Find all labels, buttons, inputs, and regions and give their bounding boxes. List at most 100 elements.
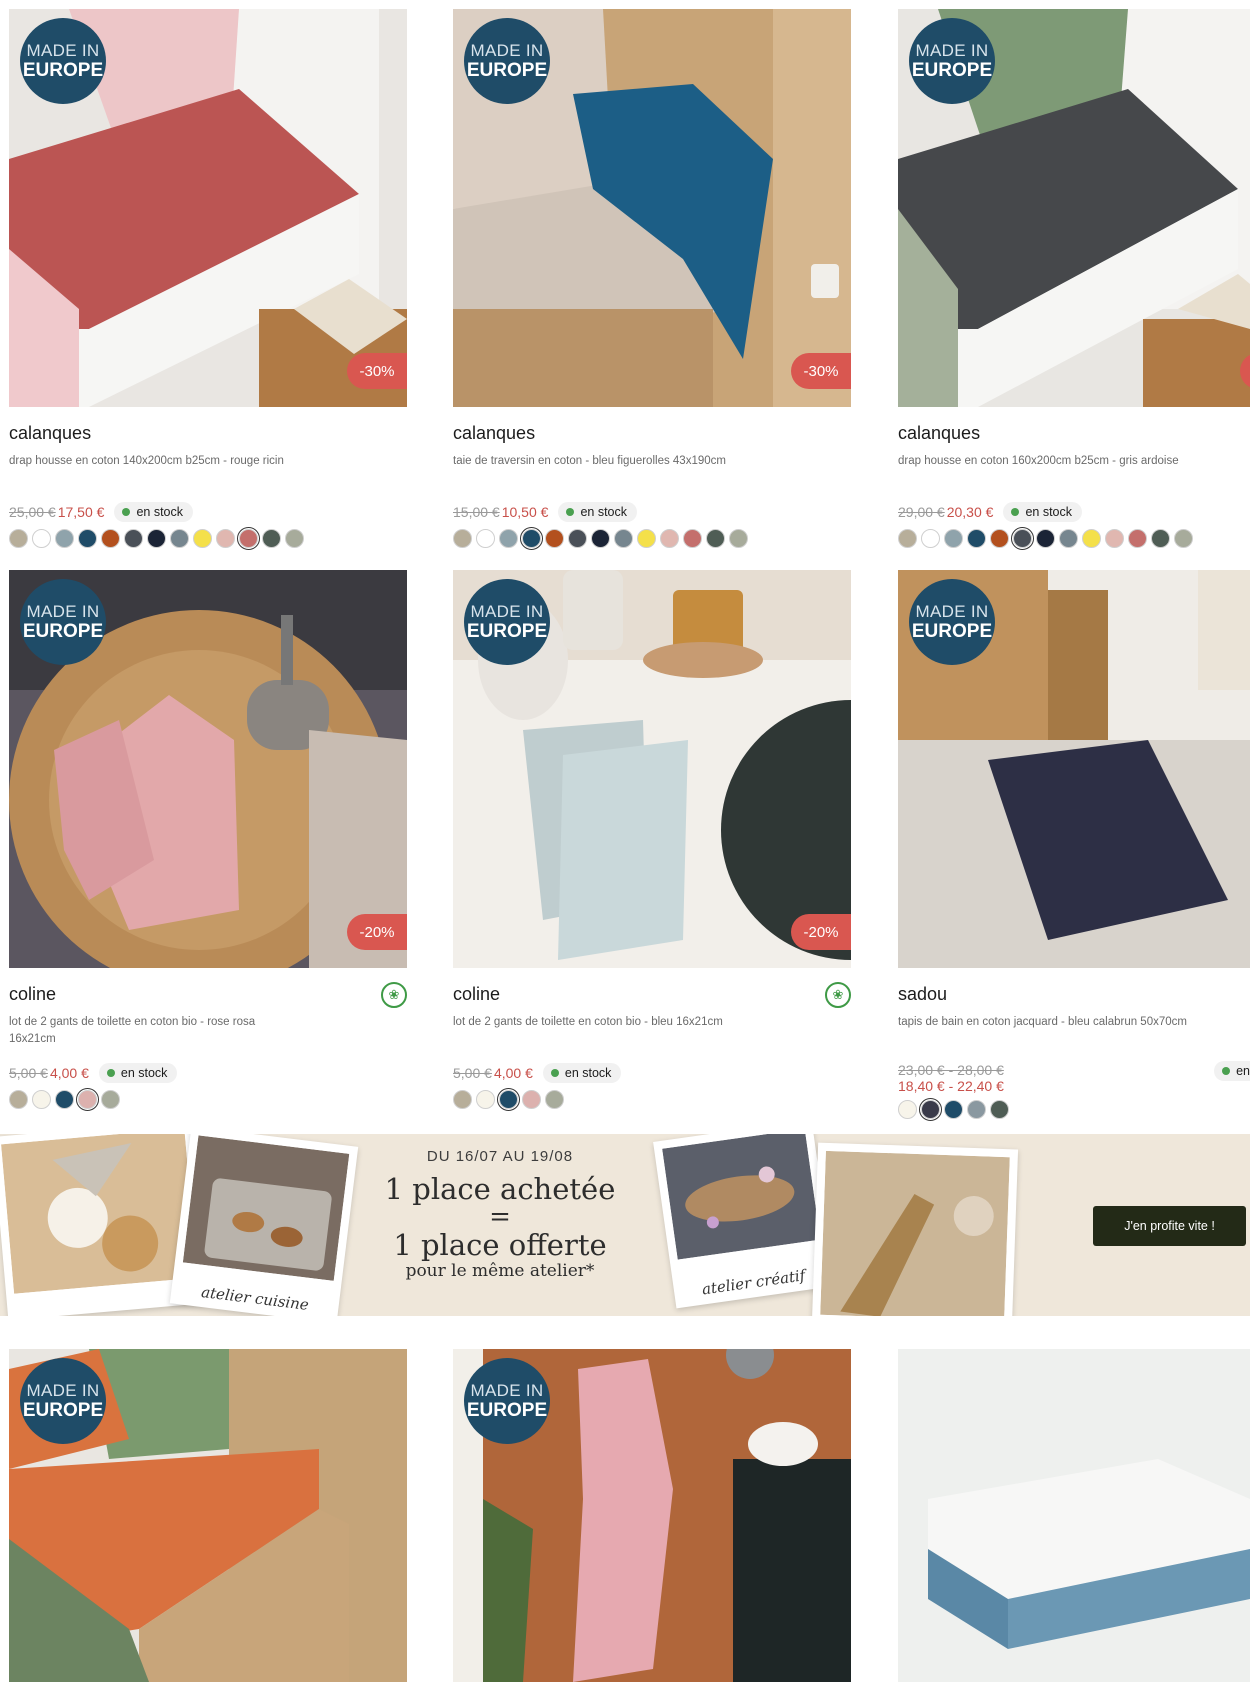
- product-description[interactable]: taie de traversin en coton - bleu figuer…: [453, 453, 743, 487]
- product-card[interactable]: MADE IN EUROPE sadou tapis de bain en co…: [898, 570, 1250, 1121]
- color-swatch[interactable]: [9, 1090, 28, 1109]
- color-swatch[interactable]: [591, 529, 610, 548]
- color-swatch[interactable]: [1105, 529, 1124, 548]
- product-image[interactable]: MADE IN EUROPE: [898, 9, 1250, 407]
- product-brand[interactable]: coline: [9, 984, 407, 1005]
- color-swatch[interactable]: [55, 529, 74, 548]
- color-swatch[interactable]: [683, 529, 702, 548]
- made-in-europe-badge: MADE IN EUROPE: [909, 579, 995, 665]
- promo-banner[interactable]: atelier cuisine DU 16/07 AU 19/08 1 plac…: [0, 1134, 1250, 1316]
- discount-badge: -20%: [347, 914, 407, 950]
- color-swatch[interactable]: [32, 1090, 51, 1109]
- color-swatch[interactable]: [568, 529, 587, 548]
- color-swatch[interactable]: [497, 1088, 520, 1111]
- product-brand[interactable]: calanques: [9, 423, 407, 444]
- color-swatch[interactable]: [990, 1100, 1009, 1119]
- color-swatch[interactable]: [101, 1090, 120, 1109]
- color-swatch[interactable]: [193, 529, 212, 548]
- product-description[interactable]: tapis de bain en coton jacquard - bleu c…: [898, 1014, 1188, 1048]
- color-swatch[interactable]: [967, 1100, 986, 1119]
- product-image[interactable]: MADE IN EUROPE: [898, 570, 1250, 968]
- product-brand[interactable]: calanques: [898, 423, 1250, 444]
- color-swatch[interactable]: [1174, 529, 1193, 548]
- product-card[interactable]: MADE IN EUROPE -20% ❀ coline lot de 2 ga…: [453, 570, 851, 1111]
- color-swatch[interactable]: [1128, 529, 1147, 548]
- stock-badge: en stock: [542, 1063, 622, 1083]
- color-swatch[interactable]: [147, 529, 166, 548]
- color-swatch[interactable]: [32, 529, 51, 548]
- color-swatch[interactable]: [1151, 529, 1170, 548]
- color-swatch[interactable]: [55, 1090, 74, 1109]
- color-swatch[interactable]: [1059, 529, 1078, 548]
- color-swatch[interactable]: [262, 529, 281, 548]
- product-brand[interactable]: calanques: [453, 423, 851, 444]
- product-description[interactable]: lot de 2 gants de toilette en coton bio …: [9, 1014, 299, 1048]
- color-swatch[interactable]: [237, 527, 260, 550]
- color-swatch[interactable]: [944, 529, 963, 548]
- color-swatch[interactable]: [637, 529, 656, 548]
- color-swatch[interactable]: [1011, 527, 1034, 550]
- color-swatch[interactable]: [921, 529, 940, 548]
- color-swatch[interactable]: [898, 1100, 917, 1119]
- color-swatch[interactable]: [216, 529, 235, 548]
- product-description[interactable]: drap housse en coton 160x200cm b25cm - g…: [898, 453, 1188, 487]
- made-in-europe-badge: MADE IN EUROPE: [464, 1358, 550, 1444]
- product-image[interactable]: MADE IN EUROPE -30%: [9, 9, 407, 407]
- product-image[interactable]: MADE IN EUROPE -30%: [453, 9, 851, 407]
- cooking-photo: [1, 1134, 198, 1294]
- product-card[interactable]: MADE IN EUROPE -30% calanques drap houss…: [9, 9, 407, 550]
- color-swatch[interactable]: [522, 1090, 541, 1109]
- headline-line2: 1 place offerte: [393, 1228, 607, 1262]
- color-swatch[interactable]: [124, 529, 143, 548]
- color-swatch[interactable]: [476, 1090, 495, 1109]
- color-swatch[interactable]: [285, 529, 304, 548]
- product-card[interactable]: MADE IN EUROPE -30% calanques taie de tr…: [453, 9, 851, 550]
- color-swatch[interactable]: [1082, 529, 1101, 548]
- product-card[interactable]: MADE IN EUROPE: [9, 1349, 407, 1682]
- color-swatch[interactable]: [520, 527, 543, 550]
- product-card[interactable]: MADE IN EUROPE: [453, 1349, 851, 1682]
- color-swatch[interactable]: [614, 529, 633, 548]
- color-swatch[interactable]: [706, 529, 725, 548]
- product-image[interactable]: MADE IN EUROPE: [9, 1349, 407, 1682]
- product-image[interactable]: MADE IN EUROPE -20%: [453, 570, 851, 968]
- product-image[interactable]: [898, 1349, 1250, 1682]
- color-swatch[interactable]: [967, 529, 986, 548]
- headline-line1: 1 place achetée: [384, 1172, 616, 1206]
- color-swatch[interactable]: [660, 529, 679, 548]
- product-description[interactable]: drap housse en coton 140x200cm b25cm - r…: [9, 453, 299, 487]
- promo-cta-button[interactable]: J'en profite vite !: [1093, 1206, 1246, 1246]
- product-card[interactable]: [898, 1349, 1250, 1682]
- color-swatch[interactable]: [78, 529, 97, 548]
- color-swatch[interactable]: [76, 1088, 99, 1111]
- color-swatch[interactable]: [545, 529, 564, 548]
- color-swatch[interactable]: [101, 529, 120, 548]
- color-swatch[interactable]: [919, 1098, 942, 1121]
- color-swatch[interactable]: [898, 529, 917, 548]
- color-swatch[interactable]: [499, 529, 518, 548]
- caption-cuisine: atelier cuisine: [200, 1282, 310, 1314]
- color-swatch[interactable]: [545, 1090, 564, 1109]
- product-card[interactable]: MADE IN EUROPE -20% ❀ coline lot de 2 ga…: [9, 570, 407, 1111]
- color-swatches: [453, 527, 851, 550]
- color-swatch[interactable]: [990, 529, 1009, 548]
- color-swatch[interactable]: [453, 1090, 472, 1109]
- color-swatch[interactable]: [453, 529, 472, 548]
- product-brand[interactable]: coline: [453, 984, 851, 1005]
- color-swatch[interactable]: [476, 529, 495, 548]
- badge-line1: MADE IN: [26, 602, 100, 621]
- product-image[interactable]: MADE IN EUROPE -20%: [9, 570, 407, 968]
- product-image[interactable]: MADE IN EUROPE: [453, 1349, 851, 1682]
- stock-dot-icon: [122, 508, 131, 516]
- color-swatches: [898, 1098, 1250, 1121]
- product-card[interactable]: MADE IN EUROPE calanques drap housse en …: [898, 9, 1250, 550]
- color-swatch[interactable]: [729, 529, 748, 548]
- product-description[interactable]: lot de 2 gants de toilette en coton bio …: [453, 1014, 743, 1048]
- current-price: 18,40 € - 22,40 €: [898, 1078, 1004, 1094]
- badge-line2: EUROPE: [22, 621, 104, 642]
- color-swatch[interactable]: [944, 1100, 963, 1119]
- color-swatch[interactable]: [1036, 529, 1055, 548]
- product-brand[interactable]: sadou: [898, 984, 1250, 1005]
- color-swatch[interactable]: [170, 529, 189, 548]
- color-swatch[interactable]: [9, 529, 28, 548]
